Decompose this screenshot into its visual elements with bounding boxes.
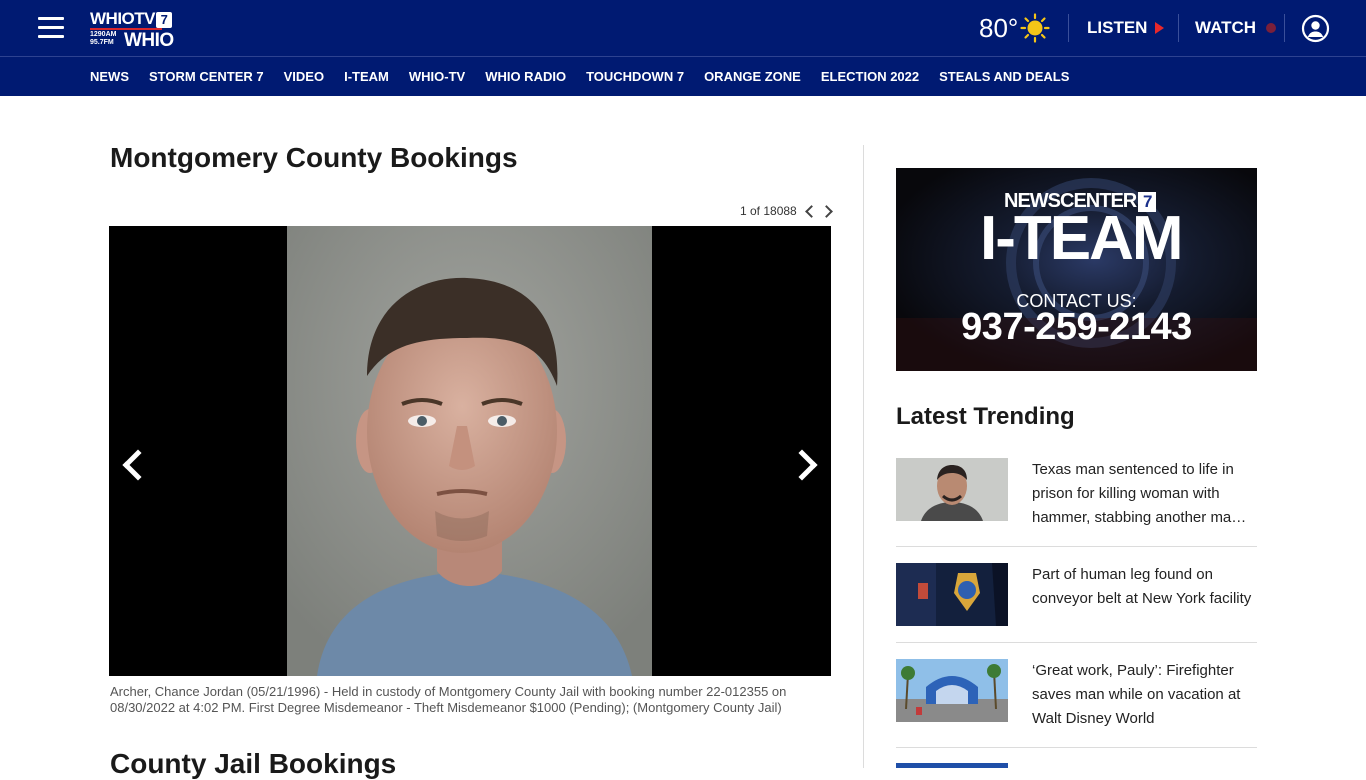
trending-headline[interactable]: ‘Great work, Pauly’: Firefighter saves m…: [1032, 659, 1257, 731]
trending-thumbnail: [896, 563, 1008, 626]
ad-phone: 937-259-2143: [961, 306, 1192, 348]
header-divider: [1068, 14, 1069, 42]
logo-whiotv: WHIOTV 7: [90, 9, 172, 29]
gallery-prev-button[interactable]: [122, 449, 154, 481]
nav-item-i-team[interactable]: I-TEAM: [344, 69, 389, 84]
listen-button[interactable]: LISTEN: [1087, 18, 1165, 38]
nav-item-news[interactable]: NEWS: [90, 69, 129, 84]
iteam-ad[interactable]: NEWSCENTER 7 I-TEAM CONTACT US: 937-259-2…: [896, 168, 1257, 371]
nav-item-whio-tv[interactable]: WHIO-TV: [409, 69, 465, 84]
listen-label: LISTEN: [1087, 18, 1148, 37]
live-dot-icon: [1266, 23, 1277, 33]
chevron-right-icon[interactable]: [819, 204, 833, 218]
gallery-next-button[interactable]: [786, 449, 818, 481]
watch-label: WATCH: [1195, 18, 1257, 37]
header-divider: [1284, 14, 1285, 42]
page-title: Montgomery County Bookings: [110, 142, 518, 173]
trending-thumbnail: [896, 458, 1008, 521]
sun-icon: [1020, 13, 1050, 43]
trending-title: Latest Trending: [896, 403, 1075, 430]
trending-thumbnail[interactable]: [896, 763, 1008, 768]
nav-item-election-2022[interactable]: ELECTION 2022: [821, 69, 919, 84]
chevron-left-icon[interactable]: [804, 204, 818, 218]
nav-items: NEWS STORM CENTER 7 VIDEO I-TEAM WHIO-TV WHIO…: [90, 69, 1089, 84]
nav-item-touchdown-7[interactable]: TOUCHDOWN 7: [586, 69, 684, 84]
logo-whio: WHIO: [124, 30, 174, 51]
column-divider: [863, 145, 864, 768]
booking-photo: [287, 226, 652, 676]
section-heading: County Jail Bookings: [110, 748, 397, 779]
gallery-position: 1 of 18088: [740, 204, 797, 218]
account-icon[interactable]: [1301, 14, 1330, 43]
photo-gallery: [109, 226, 831, 676]
main-nav: NEWS STORM CENTER 7 VIDEO I-TEAM WHIO-TV WHIO…: [0, 56, 1366, 96]
trending-thumbnail: [896, 659, 1008, 722]
play-icon: [1155, 22, 1165, 34]
header-divider: [1178, 14, 1179, 42]
trending-headline[interactable]: Texas man sentenced to life in prison fo…: [1032, 458, 1257, 530]
temperature: 80°: [979, 12, 1019, 43]
weather-widget[interactable]: 80°: [979, 11, 1050, 45]
nav-item-steals-and-deals[interactable]: STEALS AND DEALS: [939, 69, 1069, 84]
menu-icon[interactable]: [36, 14, 66, 42]
nav-item-video[interactable]: VIDEO: [284, 69, 324, 84]
trending-headline[interactable]: Part of human leg found on conveyor belt…: [1032, 563, 1257, 611]
nav-item-storm-center-7[interactable]: STORM CENTER 7: [149, 69, 264, 84]
trending-item[interactable]: Part of human leg found on conveyor belt…: [896, 563, 1257, 643]
trending-item[interactable]: ‘Great work, Pauly’: Firefighter saves m…: [896, 659, 1257, 748]
photo-caption: Archer, Chance Jordan (05/21/1996) - Hel…: [110, 684, 787, 715]
watch-button[interactable]: WATCH: [1195, 18, 1277, 38]
ad-headline: I-TEAM: [980, 204, 1184, 273]
nav-item-orange-zone[interactable]: ORANGE ZONE: [704, 69, 801, 84]
logo-frequencies: 1290AM 95.7FM: [90, 31, 117, 46]
top-header: WHIOTV 7 1290AM 95.7FM WHIO 80° LISTEN WAT…: [0, 0, 1366, 56]
nav-item-whio-radio[interactable]: WHIO RADIO: [485, 69, 566, 84]
site-logo[interactable]: WHIOTV 7 1290AM 95.7FM WHIO: [90, 8, 185, 51]
trending-item[interactable]: Texas man sentenced to life in prison fo…: [896, 458, 1257, 547]
gallery-counter: 1 of 18088: [740, 204, 833, 218]
